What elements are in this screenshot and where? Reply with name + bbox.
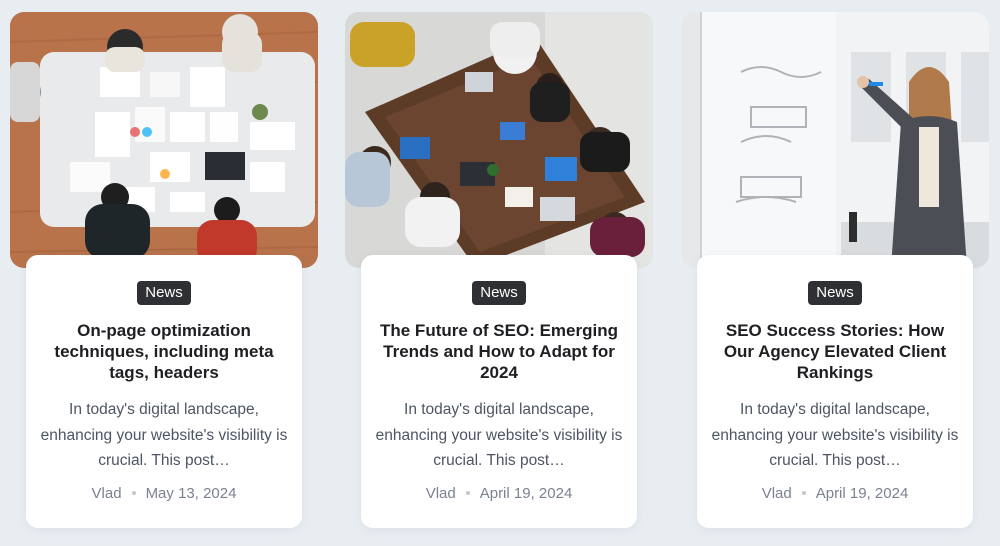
post-excerpt: In today's digital landscape, enhancing … xyxy=(40,401,288,469)
post-author[interactable]: Vlad xyxy=(92,485,122,502)
teamwork-laptops-photo xyxy=(345,12,653,268)
office-team-table-photo xyxy=(10,12,318,268)
post-author[interactable]: Vlad xyxy=(426,485,456,502)
post-thumbnail-office-team[interactable] xyxy=(10,12,318,268)
post-date: April 19, 2024 xyxy=(815,485,909,502)
category-badge[interactable]: News xyxy=(137,281,191,305)
post-excerpt: In today's digital landscape, enhancing … xyxy=(375,401,623,469)
blog-post-grid: News On-page optimization techniques, in… xyxy=(0,0,1000,546)
category-badge[interactable]: News xyxy=(472,281,526,305)
separator-dot-icon xyxy=(131,491,136,496)
separator-dot-icon xyxy=(801,491,806,496)
post-meta: Vlad April 19, 2024 xyxy=(361,484,637,504)
post-author[interactable]: Vlad xyxy=(762,485,792,502)
post-content: News On-page optimization techniques, in… xyxy=(26,255,302,528)
category-badge[interactable]: News xyxy=(808,281,862,305)
post-title[interactable]: On-page optimization techniques, includi… xyxy=(44,320,284,383)
post-meta: Vlad May 13, 2024 xyxy=(26,484,302,504)
post-title[interactable]: SEO Success Stories: How Our Agency Elev… xyxy=(715,320,955,383)
post-thumbnail-presenter[interactable] xyxy=(681,12,989,268)
separator-dot-icon xyxy=(465,491,470,496)
post-content: News SEO Success Stories: How Our Agency… xyxy=(697,255,973,528)
post-content: News The Future of SEO: Emerging Trends … xyxy=(361,255,637,528)
post-meta: Vlad April 19, 2024 xyxy=(697,484,973,504)
post-title[interactable]: The Future of SEO: Emerging Trends and H… xyxy=(379,320,619,383)
post-thumbnail-teamwork[interactable] xyxy=(345,12,653,268)
post-date: May 13, 2024 xyxy=(145,485,237,502)
presenter-whiteboard-photo xyxy=(681,12,989,268)
post-excerpt: In today's digital landscape, enhancing … xyxy=(711,401,959,469)
post-date: April 19, 2024 xyxy=(479,485,573,502)
